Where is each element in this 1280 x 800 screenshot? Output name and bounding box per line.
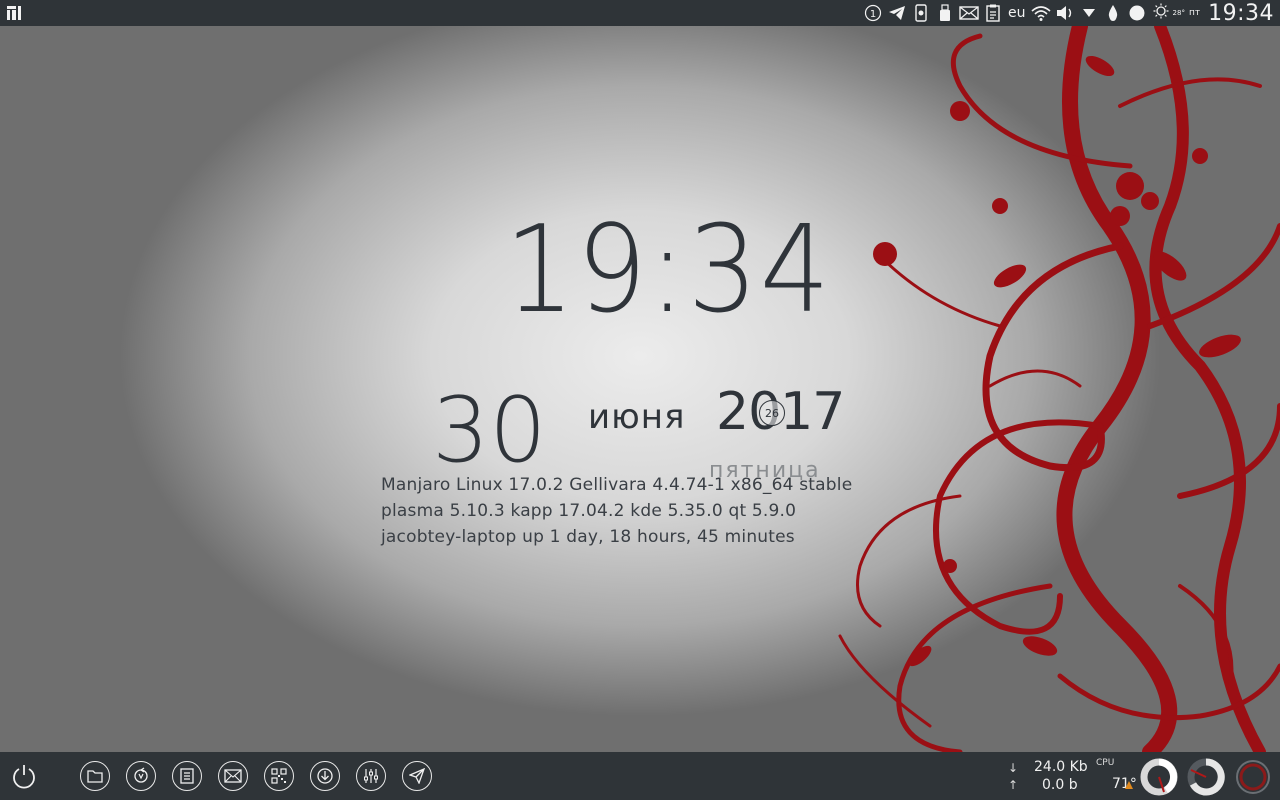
day-short: пт <box>1188 8 1201 18</box>
clipboard-icon[interactable] <box>982 2 1004 24</box>
sync-launcher[interactable] <box>126 761 156 791</box>
power-icon <box>13 765 35 789</box>
top-panel: 1 eu 28° пт 19:34 <box>0 0 1280 26</box>
files-icon <box>87 770 103 783</box>
wifi-icon[interactable] <box>1030 2 1052 24</box>
net-up-arrow-icon: ↑ <box>1008 778 1019 792</box>
desktop: 19:34 30 июня 2017 26 пятница Manjaro Li… <box>0 26 1280 752</box>
notification-icon[interactable]: 1 <box>862 2 884 24</box>
telegram-launcher[interactable] <box>402 761 432 791</box>
mail-launcher[interactable] <box>218 761 248 791</box>
memory-gauge[interactable] <box>1187 758 1225 796</box>
week-number-badge: 26 <box>759 400 785 426</box>
files-launcher[interactable] <box>80 761 110 791</box>
notes-icon <box>180 768 194 784</box>
power-button[interactable] <box>9 761 39 791</box>
cpu-label: CPU <box>1096 758 1115 768</box>
notes-launcher[interactable] <box>172 761 202 791</box>
moon-icon[interactable] <box>1126 2 1148 24</box>
usb-icon[interactable] <box>934 2 956 24</box>
wallpaper-floral-art <box>838 26 1280 752</box>
menu-arrow-icon[interactable] <box>1078 2 1100 24</box>
download-launcher[interactable] <box>310 761 340 791</box>
sync-icon <box>134 767 148 783</box>
disk-gauge[interactable] <box>1234 758 1272 796</box>
keyboard-layout[interactable]: eu <box>1008 5 1026 21</box>
telegram-icon <box>409 768 425 784</box>
telegram-icon[interactable] <box>886 2 908 24</box>
desktop-clock: 19:34 <box>504 201 832 340</box>
notification-count: 1 <box>870 9 876 20</box>
date-month: июня <box>588 397 686 437</box>
sysinfo-line-uptime: jacobtey-laptop up 1 day, 18 hours, 45 m… <box>381 527 795 547</box>
sysinfo-line-os: Manjaro Linux 17.0.2 Gellivara 4.4.74-1 … <box>381 475 853 495</box>
net-down-speed: 24.0 Kb <box>1034 759 1088 775</box>
weather-temp: 28° <box>1172 9 1185 17</box>
mixer-icon <box>364 769 378 783</box>
app-menu-icon[interactable] <box>4 3 24 23</box>
mail-icon <box>224 769 242 783</box>
net-up-speed: 0.0 b <box>1042 777 1078 793</box>
drop-icon[interactable] <box>1102 2 1124 24</box>
system-tray: 1 eu 28° пт 19:34 <box>861 0 1276 26</box>
panel-clock[interactable]: 19:34 <box>1208 1 1274 26</box>
warning-icon <box>1125 781 1133 789</box>
download-icon <box>317 768 333 784</box>
mail-icon[interactable] <box>958 2 980 24</box>
date-day: 30 <box>432 378 547 483</box>
phone-icon[interactable] <box>910 2 932 24</box>
volume-icon[interactable] <box>1054 2 1076 24</box>
sysinfo-line-versions: plasma 5.10.3 kapp 17.04.2 kde 5.35.0 qt… <box>381 501 797 521</box>
net-down-arrow-icon: ↓ <box>1008 761 1019 775</box>
mixer-launcher[interactable] <box>356 761 386 791</box>
qr-launcher[interactable] <box>264 761 294 791</box>
bottom-panel: ↓ 24.0 Kb ↑ 0.0 b CPU 71° <box>0 752 1280 800</box>
qr-icon <box>271 768 287 784</box>
cpu-gauge[interactable] <box>1140 758 1178 796</box>
weather-icon[interactable] <box>1150 2 1172 24</box>
